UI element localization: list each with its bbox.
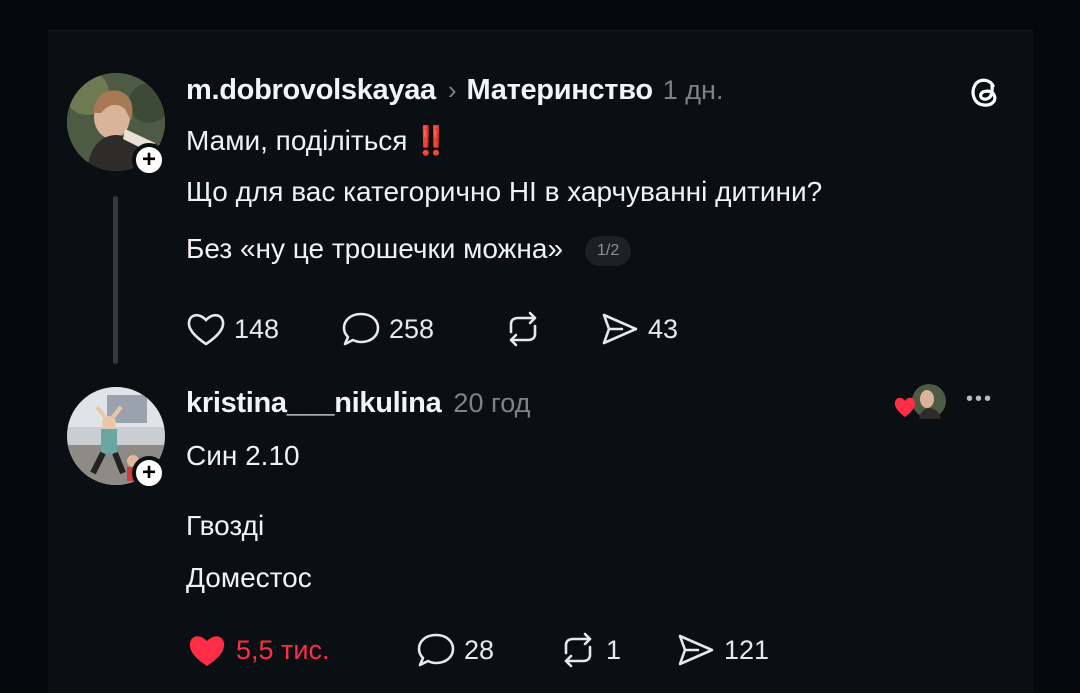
page-indicator-badge: 1/2 <box>585 235 632 266</box>
reply-like-button[interactable]: 5,5 тис. <box>186 631 330 669</box>
send-icon <box>678 634 714 666</box>
reply-repost-count: 1 <box>606 634 622 665</box>
comment-button[interactable]: 258 <box>341 310 434 348</box>
post-text-line-2: Що для вас категорично НІ в харчуванні д… <box>186 176 823 207</box>
post-line1-text: Мами, поділіться <box>186 125 408 156</box>
reply-comment-count: 28 <box>464 634 495 665</box>
heart-filled-icon <box>189 636 225 666</box>
reply-like-count: 5,5 тис. <box>236 634 330 665</box>
post-line3-text: Без «ну це трошечки можна» <box>186 233 564 264</box>
community-name[interactable]: Материнство <box>467 74 654 107</box>
repost-icon <box>509 311 537 347</box>
repost-button[interactable] <box>503 310 543 348</box>
share-button[interactable]: 43 <box>600 310 678 348</box>
reply-comment-button[interactable]: 28 <box>416 631 494 669</box>
post-text-line-3: Без «ну це трошечки можна» 1/2 <box>186 233 632 266</box>
more-options-icon[interactable]: ••• <box>966 388 993 411</box>
share-count: 43 <box>648 313 679 344</box>
reply-time: 20 год <box>453 387 531 418</box>
author-liked-indicator <box>893 381 947 421</box>
post-header: m.dobrovolskayaa › Материнство 1 дн. <box>186 72 723 108</box>
reply-text-line-2: Гвозді <box>186 510 265 541</box>
like-button[interactable]: 148 <box>186 310 279 348</box>
comment-count: 258 <box>389 313 435 344</box>
post-text-line-1: Мами, поділіться ‼️ <box>186 124 448 157</box>
exclamation-emoji: ‼️ <box>413 125 448 156</box>
reply-text-line-1: Син 2.10 <box>186 440 300 471</box>
chevron-right-icon: › <box>447 74 457 105</box>
reply-share-button[interactable]: 121 <box>676 631 769 669</box>
comment-icon <box>417 633 455 667</box>
reply-header: kristina___nikulina 20 год <box>186 385 530 421</box>
follow-plus-button-reply[interactable]: + <box>132 456 166 490</box>
thread-connector-line <box>113 196 118 364</box>
send-icon <box>602 313 638 345</box>
post-time: 1 дн. <box>662 74 724 105</box>
threads-logo-icon[interactable] <box>966 73 1004 111</box>
heart-icon <box>187 313 225 346</box>
reply-username[interactable]: kristina___nikulina <box>186 387 442 420</box>
like-count: 148 <box>234 313 280 344</box>
repost-icon <box>564 632 592 668</box>
reply-share-count: 121 <box>724 634 770 665</box>
reply-repost-button[interactable]: 1 <box>558 631 621 669</box>
follow-plus-button[interactable]: + <box>132 143 166 177</box>
post-username[interactable]: m.dobrovolskayaa <box>186 74 436 107</box>
comment-icon <box>342 312 380 346</box>
reply-text-line-3: Доместос <box>186 562 312 593</box>
